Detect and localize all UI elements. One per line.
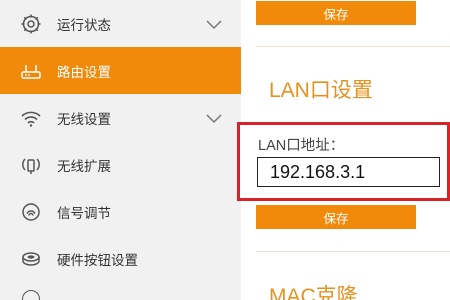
sidebar: 运行状态 路由设置 无线设置 无线扩展 信号调节 硬件按钮设置 <box>0 0 241 300</box>
lan-ip-input[interactable]: 192.168.3.1 <box>257 157 440 187</box>
wireless-extend-icon <box>19 153 43 177</box>
partial-icon <box>22 290 40 300</box>
lan-ip-label: LAN口地址： <box>258 138 345 154</box>
lan-section-title: LAN口设置 <box>269 79 373 102</box>
gear-icon <box>19 12 43 36</box>
hardware-button-icon <box>19 247 43 271</box>
sidebar-item-signal-adjust[interactable]: 信号调节 <box>0 188 241 235</box>
router-icon <box>19 59 43 83</box>
mac-clone-section-title: MAC克隆 <box>269 285 358 300</box>
sidebar-item-label: 硬件按钮设置 <box>57 252 138 269</box>
signal-adjust-icon <box>19 200 43 224</box>
sidebar-item-route-settings[interactable]: 路由设置 <box>0 47 241 94</box>
chevron-down-icon <box>206 113 222 123</box>
sidebar-item-wireless-settings[interactable]: 无线设置 <box>0 94 241 141</box>
sidebar-item-label: 无线设置 <box>57 111 111 128</box>
lan-save-button[interactable]: 保存 <box>256 205 416 229</box>
sidebar-item-label: 信号调节 <box>57 205 111 222</box>
sidebar-item-label: 运行状态 <box>57 17 111 34</box>
sidebar-item-wireless-extend[interactable]: 无线扩展 <box>0 141 241 188</box>
sidebar-item-hardware-button[interactable]: 硬件按钮设置 <box>0 235 241 282</box>
sidebar-item-label: 无线扩展 <box>57 158 111 175</box>
divider <box>256 251 450 252</box>
sidebar-item-label: 路由设置 <box>57 64 111 81</box>
wifi-icon <box>19 106 43 130</box>
top-save-button[interactable]: 保存 <box>256 1 416 25</box>
chevron-down-icon <box>206 19 222 29</box>
divider <box>256 46 450 47</box>
sidebar-item-running-status[interactable]: 运行状态 <box>0 0 241 47</box>
